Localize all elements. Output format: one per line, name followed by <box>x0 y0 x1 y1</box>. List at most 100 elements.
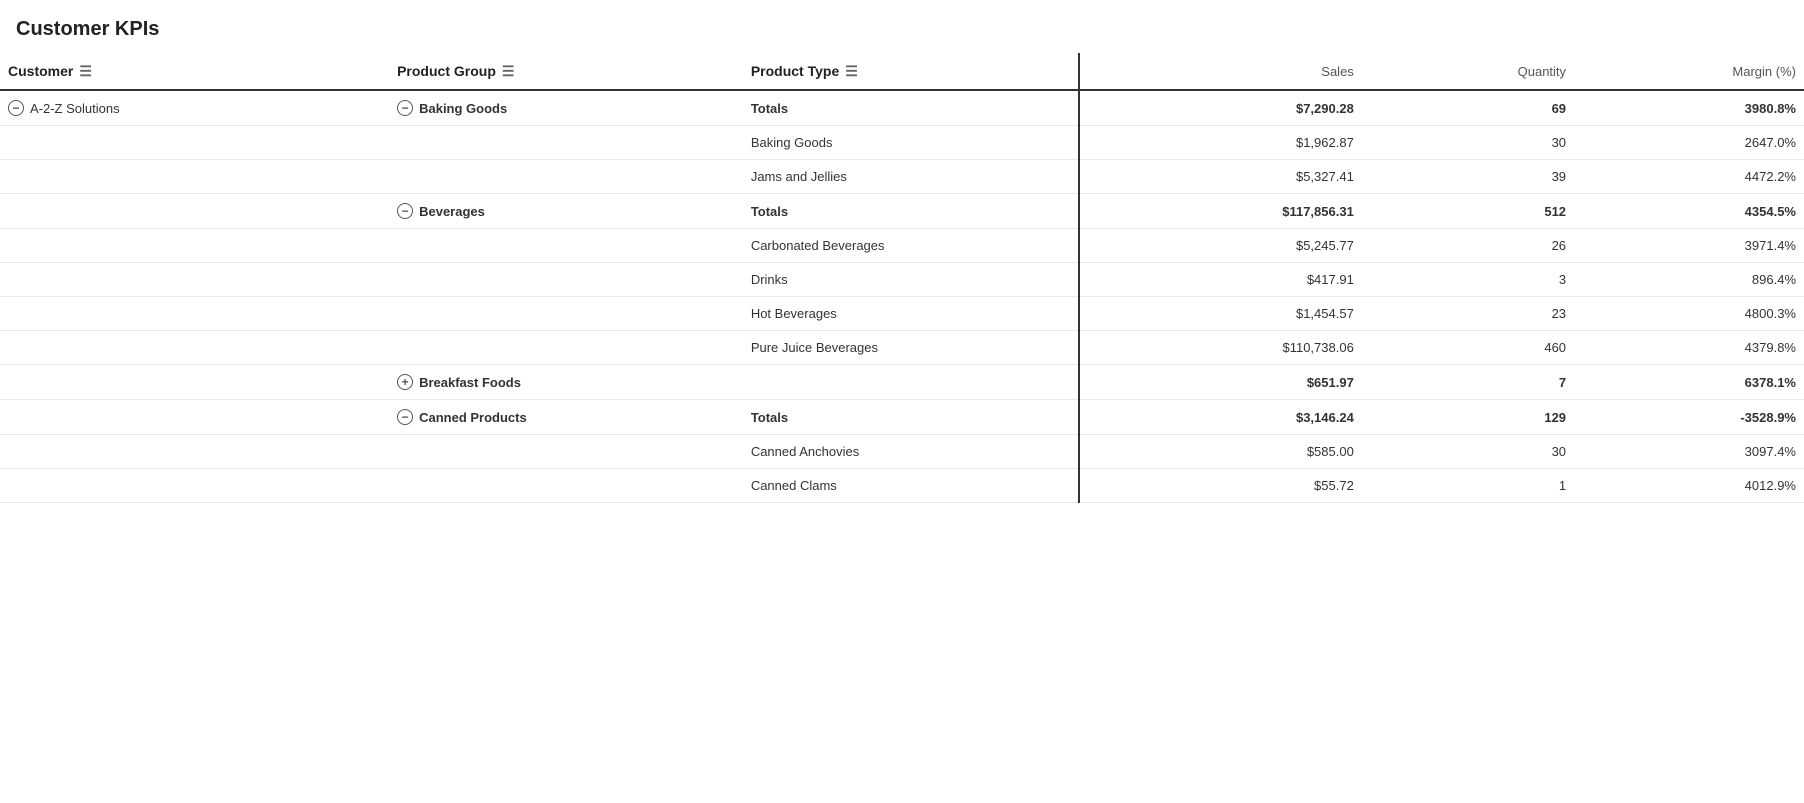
product-type-menu-icon[interactable]: ☰ <box>845 64 858 78</box>
product-group-cell: + Breakfast Foods <box>389 365 743 400</box>
customer-menu-icon[interactable]: ☰ <box>79 64 92 78</box>
sales-cell: $117,856.31 <box>1079 194 1362 229</box>
customer-cell-empty <box>0 400 389 435</box>
product-group-cell-empty <box>389 297 743 331</box>
product-type-cell: Hot Beverages <box>743 297 1079 331</box>
header-product-type: Product Type ☰ <box>743 53 1079 90</box>
customer-row: − A-2-Z Solutions − Baking Goods Totals … <box>0 90 1804 126</box>
product-group-row-collapsed: + Breakfast Foods $651.97 7 6378.1% <box>0 365 1804 400</box>
table-header-row: Customer ☰ Product Group ☰ Product Type … <box>0 53 1804 90</box>
product-group-cell: − Beverages <box>389 194 743 229</box>
sales-cell: $110,738.06 <box>1079 331 1362 365</box>
product-group-cell-empty <box>389 160 743 194</box>
product-group-menu-icon[interactable]: ☰ <box>502 64 515 78</box>
table-row: Hot Beverages $1,454.57 23 4800.3% <box>0 297 1804 331</box>
product-group-cell-empty <box>389 126 743 160</box>
product-group-cell-empty <box>389 469 743 503</box>
product-group-name: Beverages <box>419 204 485 219</box>
table-row: Baking Goods $1,962.87 30 2647.0% <box>0 126 1804 160</box>
margin-cell: 2647.0% <box>1574 126 1804 160</box>
sales-cell: $1,454.57 <box>1079 297 1362 331</box>
quantity-cell: 512 <box>1362 194 1574 229</box>
product-type-cell: Drinks <box>743 263 1079 297</box>
collapse-icon[interactable]: − <box>397 100 413 116</box>
sales-cell: $585.00 <box>1079 435 1362 469</box>
product-type-cell: Jams and Jellies <box>743 160 1079 194</box>
customer-cell-empty <box>0 469 389 503</box>
product-group-cell-empty <box>389 331 743 365</box>
sales-cell: $5,245.77 <box>1079 229 1362 263</box>
quantity-cell: 23 <box>1362 297 1574 331</box>
customer-cell-empty <box>0 126 389 160</box>
customer-cell-empty <box>0 160 389 194</box>
customer-cell-empty <box>0 229 389 263</box>
sales-cell: $651.97 <box>1079 365 1362 400</box>
sales-cell: $417.91 <box>1079 263 1362 297</box>
table-row: Carbonated Beverages $5,245.77 26 3971.4… <box>0 229 1804 263</box>
product-type-cell: Totals <box>743 400 1079 435</box>
customer-name: A-2-Z Solutions <box>30 101 120 116</box>
collapse-icon[interactable]: − <box>397 409 413 425</box>
customer-cell-empty <box>0 331 389 365</box>
margin-cell: 896.4% <box>1574 263 1804 297</box>
kpi-table: Customer ☰ Product Group ☰ Product Type … <box>0 53 1804 503</box>
quantity-cell: 26 <box>1362 229 1574 263</box>
sales-cell: $7,290.28 <box>1079 90 1362 126</box>
collapse-icon[interactable]: − <box>8 100 24 116</box>
quantity-cell: 1 <box>1362 469 1574 503</box>
quantity-cell: 30 <box>1362 435 1574 469</box>
table-row: Pure Juice Beverages $110,738.06 460 437… <box>0 331 1804 365</box>
table-row: Drinks $417.91 3 896.4% <box>0 263 1804 297</box>
margin-cell: 3980.8% <box>1574 90 1804 126</box>
table-row: Canned Clams $55.72 1 4012.9% <box>0 469 1804 503</box>
customer-cell-empty <box>0 297 389 331</box>
header-customer: Customer ☰ <box>0 53 389 90</box>
product-group-name: Canned Products <box>419 410 527 425</box>
header-sales: Sales <box>1079 53 1362 90</box>
sales-cell: $55.72 <box>1079 469 1362 503</box>
margin-cell: 4800.3% <box>1574 297 1804 331</box>
product-type-cell: Totals <box>743 90 1079 126</box>
margin-cell: 4012.9% <box>1574 469 1804 503</box>
margin-cell: 3971.4% <box>1574 229 1804 263</box>
expand-icon[interactable]: + <box>397 374 413 390</box>
product-group-cell-empty <box>389 229 743 263</box>
header-quantity: Quantity <box>1362 53 1574 90</box>
product-group-cell-empty <box>389 263 743 297</box>
product-group-name: Breakfast Foods <box>419 375 521 390</box>
margin-cell: 4354.5% <box>1574 194 1804 229</box>
header-product-group: Product Group ☰ <box>389 53 743 90</box>
product-group-cell: − Canned Products <box>389 400 743 435</box>
product-type-cell: Canned Clams <box>743 469 1079 503</box>
margin-cell: 4472.2% <box>1574 160 1804 194</box>
product-type-cell <box>743 365 1079 400</box>
quantity-cell: 30 <box>1362 126 1574 160</box>
product-group-row: − Canned Products Totals $3,146.24 129 -… <box>0 400 1804 435</box>
sales-cell: $1,962.87 <box>1079 126 1362 160</box>
product-type-cell: Canned Anchovies <box>743 435 1079 469</box>
product-group-row: − Beverages Totals $117,856.31 512 4354.… <box>0 194 1804 229</box>
sales-cell: $5,327.41 <box>1079 160 1362 194</box>
product-type-cell: Pure Juice Beverages <box>743 331 1079 365</box>
collapse-icon[interactable]: − <box>397 203 413 219</box>
quantity-cell: 69 <box>1362 90 1574 126</box>
product-group-name: Baking Goods <box>419 101 507 116</box>
customer-name-cell: − A-2-Z Solutions <box>0 90 389 126</box>
quantity-cell: 460 <box>1362 331 1574 365</box>
sales-cell: $3,146.24 <box>1079 400 1362 435</box>
margin-cell: 6378.1% <box>1574 365 1804 400</box>
customer-cell-empty <box>0 263 389 297</box>
product-group-cell: − Baking Goods <box>389 90 743 126</box>
page-title: Customer KPIs <box>0 0 1804 53</box>
margin-cell: 4379.8% <box>1574 331 1804 365</box>
table-container: Customer ☰ Product Group ☰ Product Type … <box>0 53 1804 503</box>
table-row: Canned Anchovies $585.00 30 3097.4% <box>0 435 1804 469</box>
quantity-cell: 129 <box>1362 400 1574 435</box>
customer-cell-empty <box>0 194 389 229</box>
product-type-cell: Baking Goods <box>743 126 1079 160</box>
customer-cell-empty <box>0 435 389 469</box>
table-row: Jams and Jellies $5,327.41 39 4472.2% <box>0 160 1804 194</box>
quantity-cell: 7 <box>1362 365 1574 400</box>
customer-cell-empty <box>0 365 389 400</box>
quantity-cell: 3 <box>1362 263 1574 297</box>
